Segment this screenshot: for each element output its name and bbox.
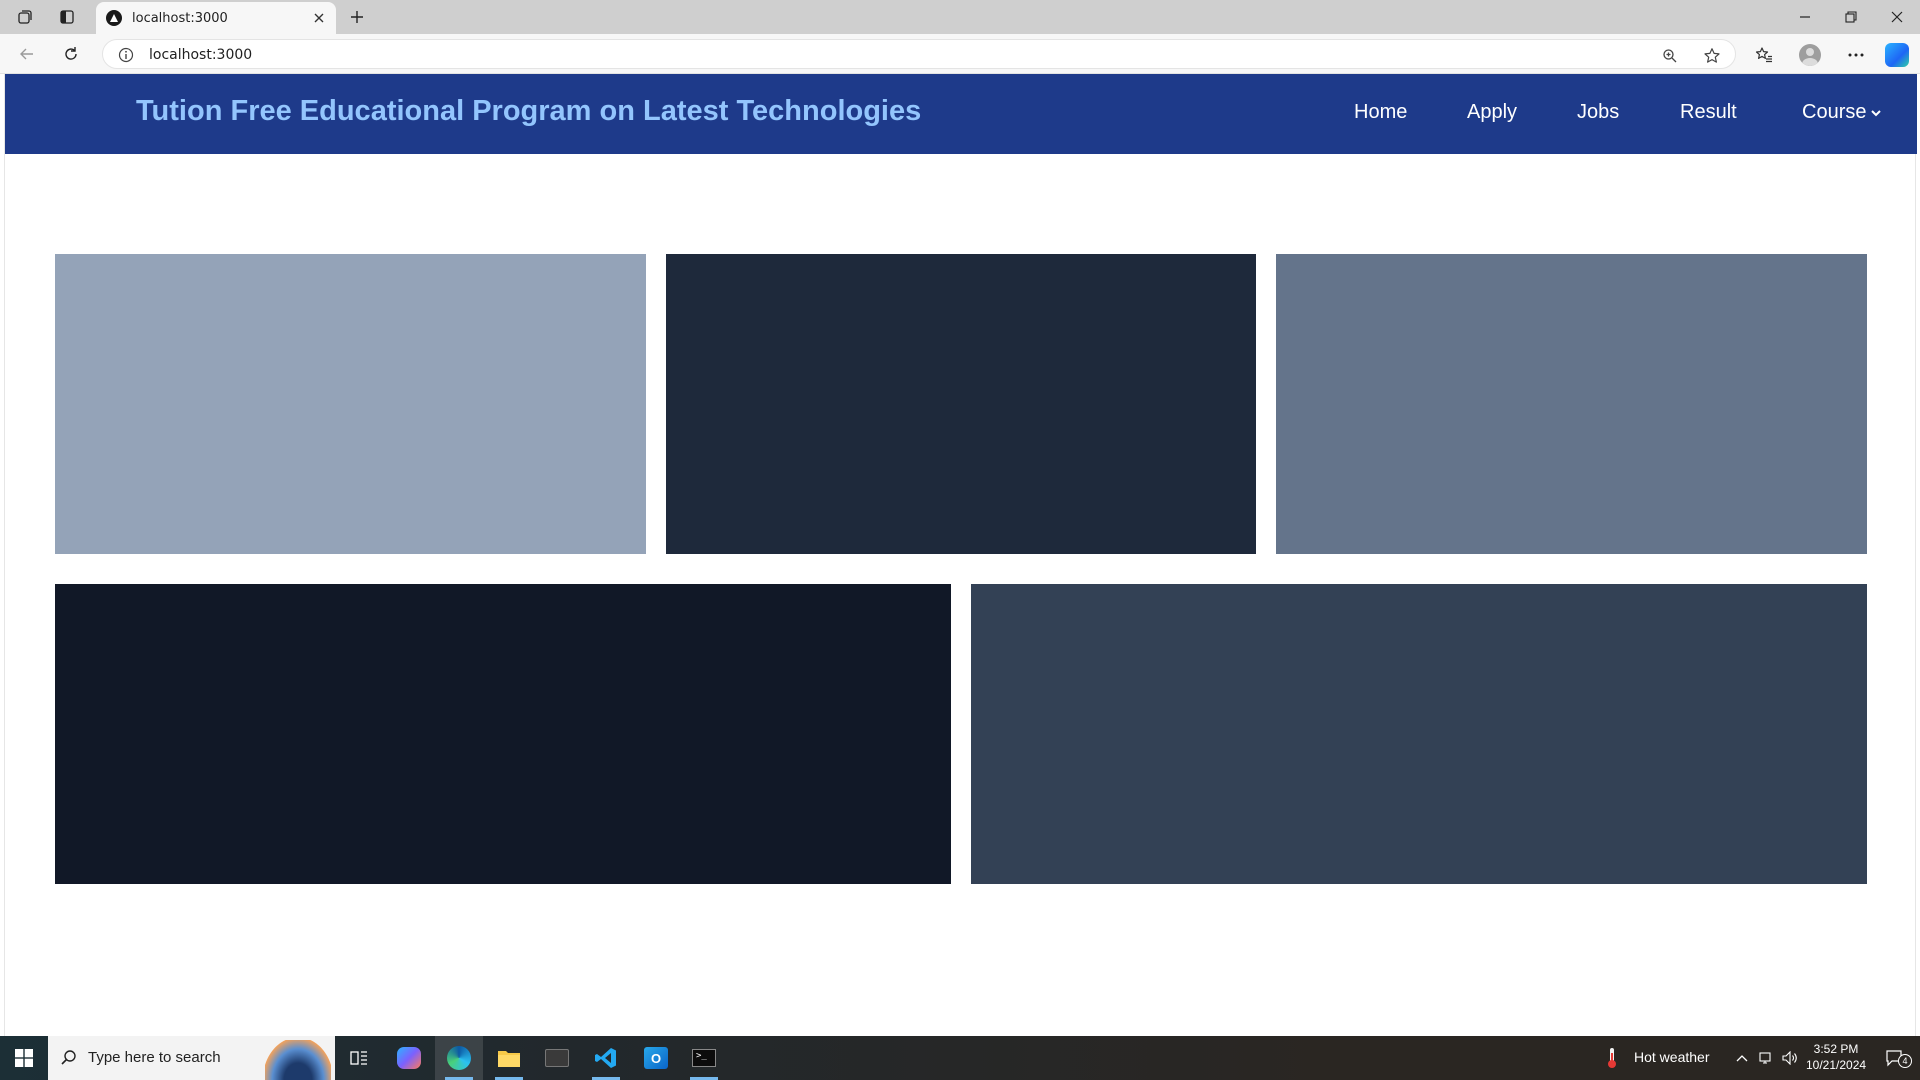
edge-browser-icon[interactable] — [435, 1036, 483, 1080]
content-card-4 — [55, 584, 951, 884]
taskbar-clock[interactable]: 3:52 PM 10/21/2024 — [1806, 1041, 1866, 1073]
command-prompt-icon[interactable]: >_ — [680, 1036, 728, 1080]
vertical-tabs-icon[interactable] — [56, 6, 78, 28]
close-window-icon[interactable] — [1874, 4, 1920, 30]
browser-tab-bar: localhost:3000 — [0, 0, 1920, 34]
nav-link-home[interactable]: Home — [1354, 101, 1407, 124]
copilot-icon[interactable] — [1884, 42, 1910, 68]
taskbar-search-box[interactable]: Type here to search — [48, 1036, 335, 1080]
refresh-icon[interactable] — [58, 42, 84, 66]
outlook-icon[interactable]: O — [632, 1036, 680, 1080]
chevron-down-icon — [1871, 109, 1882, 116]
copilot-app-icon[interactable] — [385, 1036, 433, 1080]
profile-icon — [1799, 44, 1821, 66]
network-icon[interactable] — [1754, 1036, 1776, 1080]
nav-link-apply[interactable]: Apply — [1467, 101, 1517, 124]
browser-address-bar: localhost:3000 — [0, 34, 1920, 74]
tab-favicon-icon — [106, 10, 122, 26]
restore-icon[interactable] — [1828, 4, 1874, 30]
tab-close-icon[interactable] — [310, 9, 328, 27]
nav-dropdown-course[interactable]: Course — [1802, 101, 1882, 124]
nav-link-course: Course — [1802, 101, 1867, 123]
minimize-icon[interactable] — [1782, 4, 1828, 30]
vscode-icon[interactable] — [582, 1036, 630, 1080]
content-card-1 — [55, 254, 646, 554]
terminal-app-icon[interactable] — [533, 1036, 581, 1080]
workspaces-icon[interactable] — [14, 6, 36, 28]
site-info-icon[interactable] — [117, 46, 135, 64]
task-view-icon[interactable] — [335, 1036, 383, 1080]
content-card-3 — [1276, 254, 1867, 554]
zoom-icon[interactable] — [1659, 45, 1681, 67]
nav-link-jobs[interactable]: Jobs — [1577, 101, 1619, 124]
content-card-2 — [666, 254, 1256, 554]
chevron-up-icon[interactable] — [1730, 1036, 1754, 1080]
windows-start-icon[interactable] — [0, 1036, 48, 1080]
favorites-icon[interactable] — [1751, 42, 1777, 68]
new-tab-icon[interactable] — [346, 6, 368, 28]
url-text: localhost:3000 — [149, 47, 253, 63]
clock-time: 3:52 PM — [1813, 1042, 1859, 1056]
notification-center-icon[interactable]: 4 — [1872, 1036, 1916, 1080]
favorite-star-icon[interactable] — [1701, 45, 1723, 67]
nav-link-result[interactable]: Result — [1680, 101, 1737, 124]
notification-badge: 4 — [1898, 1054, 1912, 1068]
weather-text[interactable]: Hot weather — [1634, 1049, 1709, 1065]
search-icon — [61, 1050, 76, 1065]
windows-taskbar: Type here to search O >_ Hot weather 3:5… — [0, 1036, 1920, 1080]
site-navbar: Tution Free Educational Program on Lates… — [5, 74, 1917, 154]
content-card-5 — [971, 584, 1867, 884]
tab-title: localhost:3000 — [132, 10, 228, 26]
profile-avatar[interactable] — [1797, 42, 1823, 68]
browser-tab-active[interactable]: localhost:3000 — [96, 2, 336, 34]
back-icon[interactable] — [14, 42, 40, 66]
site-title[interactable]: Tution Free Educational Program on Lates… — [136, 95, 921, 128]
search-highlight-icon — [265, 1040, 331, 1080]
volume-icon[interactable] — [1778, 1036, 1802, 1080]
search-placeholder: Type here to search — [88, 1049, 221, 1066]
clock-date: 10/21/2024 — [1806, 1058, 1867, 1072]
page-viewport: Tution Free Educational Program on Lates… — [4, 74, 1917, 1036]
url-bar[interactable]: localhost:3000 — [102, 39, 1736, 69]
more-options-icon[interactable] — [1843, 42, 1869, 68]
temperature-icon — [1600, 1036, 1624, 1080]
file-explorer-icon[interactable] — [485, 1036, 533, 1080]
